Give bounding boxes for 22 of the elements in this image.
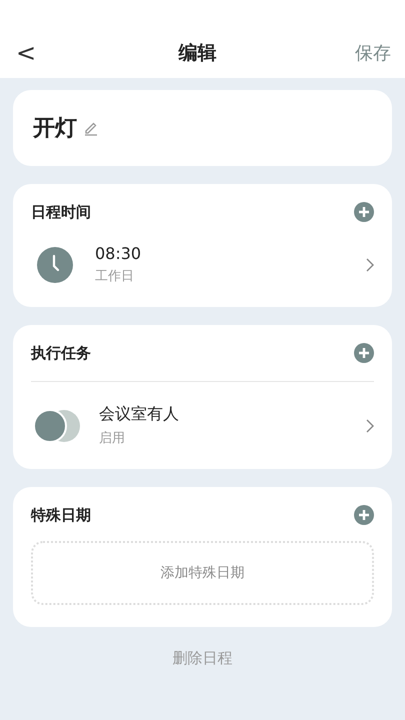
add-special-date-button[interactable]: 添加特殊日期 (31, 541, 374, 605)
chevron-icon (366, 258, 374, 272)
section-title: 执行任务 (31, 344, 91, 362)
scene-icon (33, 408, 81, 442)
item-title: 会议室有人 (99, 404, 180, 425)
pencil-icon[interactable] (83, 120, 99, 136)
item-subtitle: 工作日 (95, 268, 135, 285)
item-title: 08:30 (95, 244, 142, 263)
section-title: 日程时间 (31, 202, 91, 222)
item-subtitle: 启用 (99, 430, 126, 447)
section-title: 特殊日期 (31, 506, 91, 524)
add-icon[interactable] (354, 505, 374, 525)
schedule-name: 开灯 (33, 115, 77, 143)
add-icon[interactable] (354, 343, 374, 363)
save-button[interactable]: 保存 (355, 41, 391, 65)
list-row[interactable]: 08:30 工作日 (31, 244, 374, 285)
chevron-icon (366, 418, 374, 432)
page-title: 编辑 (178, 41, 216, 66)
back-button[interactable]: < (12, 39, 40, 67)
clock-icon (37, 246, 73, 282)
add-icon[interactable] (354, 202, 374, 222)
list-row[interactable]: 会议室有人 启用 (31, 404, 374, 447)
